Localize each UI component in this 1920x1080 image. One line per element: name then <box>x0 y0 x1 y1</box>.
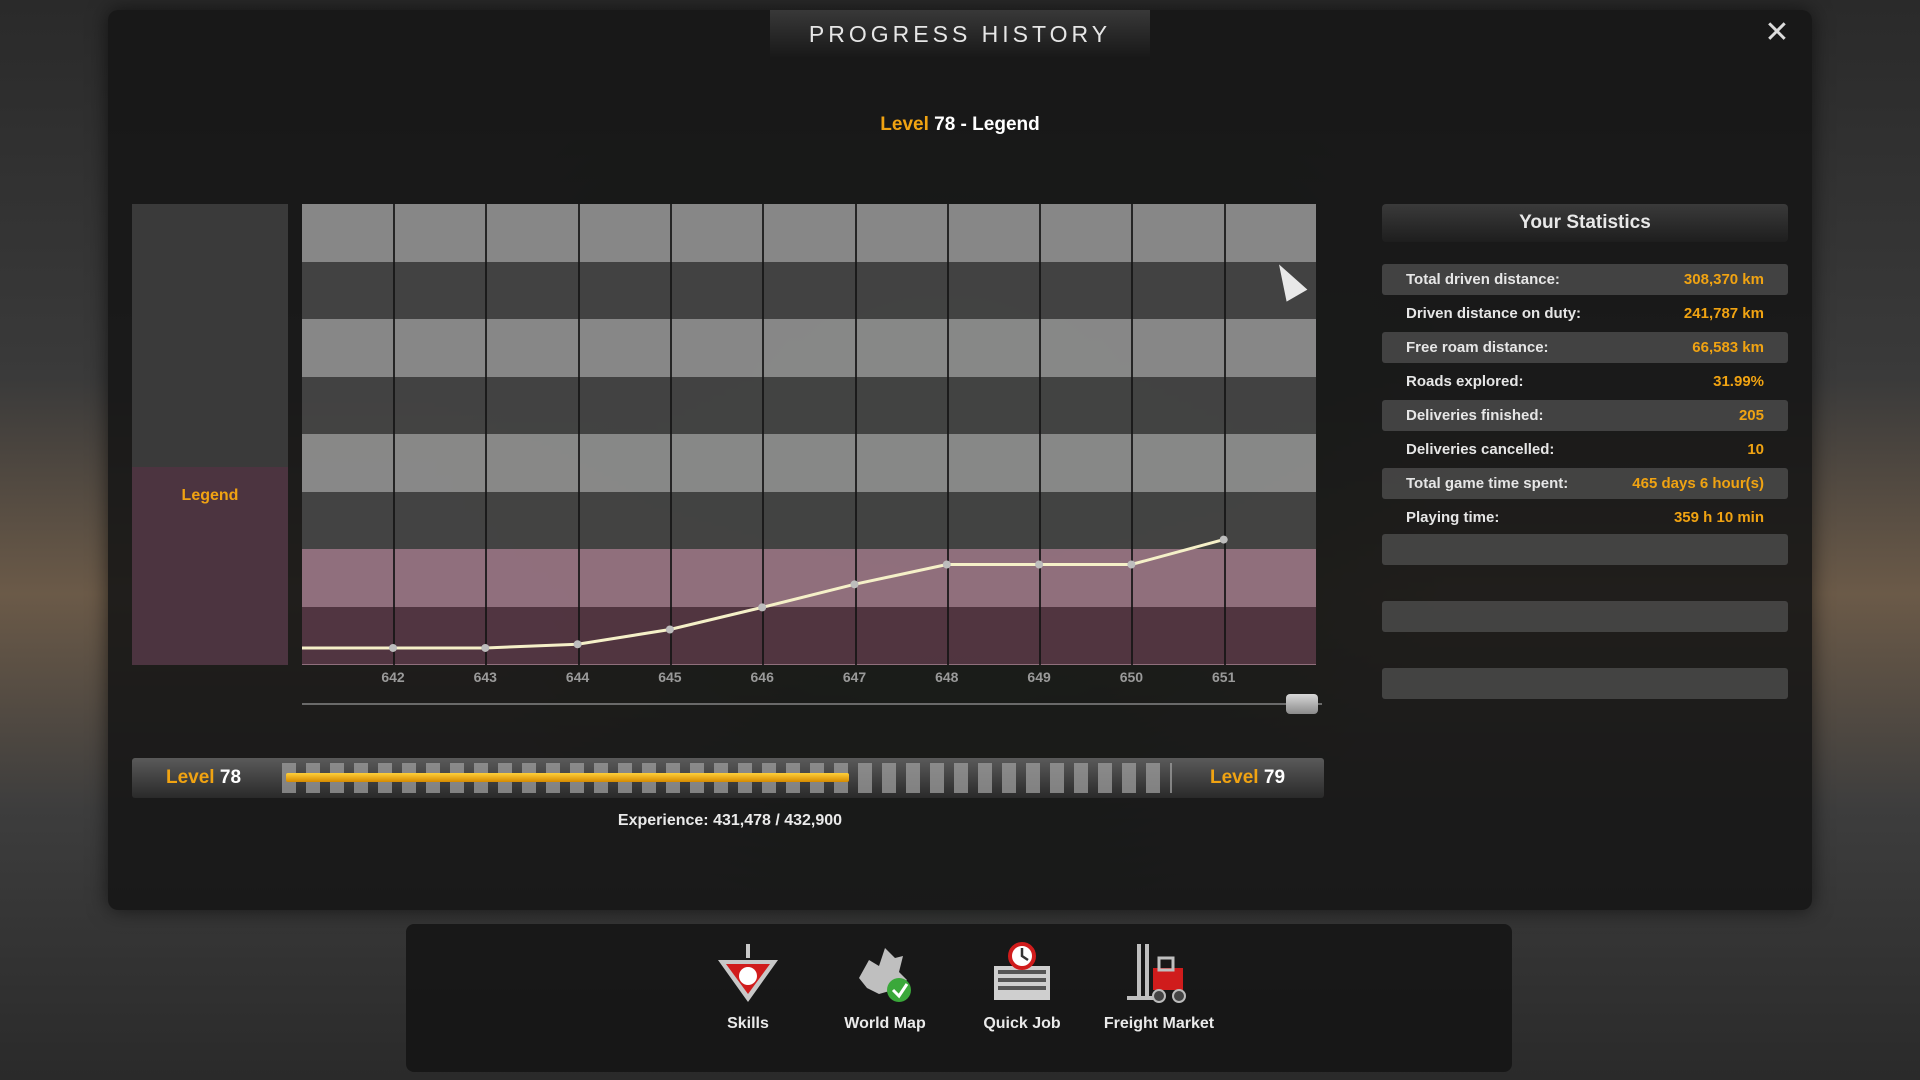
experience-line-chart <box>302 535 1228 652</box>
stat-value: 205 <box>1738 407 1764 424</box>
next-level-number: 79 <box>1263 767 1286 788</box>
stat-label: Playing time: <box>1406 509 1500 526</box>
stat-label: Deliveries finished: <box>1406 407 1544 424</box>
graph-scroll-track[interactable] <box>302 703 1322 705</box>
stat-label: Deliveries cancelled: <box>1406 441 1555 458</box>
current-level: Level 78 <box>166 758 241 798</box>
x-tick-label: 645 <box>658 669 682 685</box>
world-map-icon <box>859 948 911 1002</box>
menu-world-map-button[interactable]: World Map <box>825 938 945 1034</box>
window-title: PROGRESS HISTORY <box>770 10 1150 58</box>
data-point <box>758 603 767 612</box>
stat-value: 359 h 10 min <box>1673 509 1764 526</box>
stat-value: 308,370 km <box>1683 271 1764 288</box>
menu-skills-button[interactable]: Skills <box>688 938 808 1034</box>
bottom-menu <box>406 924 1512 1072</box>
stat-value: 66,583 km <box>1692 339 1764 356</box>
skills-icon <box>718 944 778 1002</box>
x-tick-label: 647 <box>842 669 867 685</box>
graph-scroll-thumb[interactable] <box>1286 694 1318 714</box>
stat-row: Playing time: 359 h 10 min <box>1382 502 1788 533</box>
stat-label: Free roam distance: <box>1406 339 1549 356</box>
stat-row-empty <box>1382 601 1788 632</box>
legend-label: Legend <box>181 487 239 504</box>
x-tick-label: 646 <box>750 669 774 685</box>
current-level-prefix: Level <box>166 767 215 788</box>
menu-freight-market-button[interactable]: Freight Market <box>1099 938 1219 1034</box>
next-level-prefix: Level <box>1210 767 1259 788</box>
stat-label: Roads explored: <box>1406 373 1524 390</box>
x-tick-label: 650 <box>1119 669 1144 685</box>
progress-fill <box>286 773 849 782</box>
level-progress-bar: Level 78 Level 79 <box>132 758 1324 798</box>
freight-market-icon <box>1127 944 1186 1003</box>
menu-quick-job-label: Quick Job <box>983 1015 1061 1032</box>
menu-skills-label: Skills <box>727 1015 769 1032</box>
series-line <box>302 538 1225 650</box>
stat-label: Total game time spent: <box>1406 475 1569 492</box>
stat-row: Deliveries finished: 205 <box>1382 400 1788 431</box>
quick-job-icon <box>994 942 1050 1000</box>
x-tick-label: 651 <box>1212 669 1236 685</box>
menu-freight-market-label: Freight Market <box>1103 1015 1215 1032</box>
x-tick-label: 642 <box>381 669 405 685</box>
level-heading-prefix: Level <box>880 114 929 135</box>
stat-row: Driven distance on duty: 241,787 km <box>1382 298 1788 329</box>
level-heading: Level 78 - Legend <box>760 114 1160 136</box>
stat-label: Driven distance on duty: <box>1406 305 1582 322</box>
current-level-number: 78 <box>219 767 242 788</box>
legend-column: Legend <box>132 204 288 665</box>
stat-value: 31.99% <box>1713 373 1764 390</box>
stat-value: 10 <box>1747 441 1764 458</box>
data-point <box>850 580 859 589</box>
x-tick-label: 644 <box>565 669 590 685</box>
x-tick-label: 649 <box>1027 669 1051 685</box>
stat-row: Total game time spent: 465 days 6 hour(s) <box>1382 468 1788 499</box>
data-point <box>942 560 951 569</box>
progress-graph <box>302 204 1316 665</box>
stats-title: Your Statistics <box>1382 204 1788 242</box>
stat-row: Free roam distance: 66,583 km <box>1382 332 1788 363</box>
stat-row: Roads explored: 31.99% <box>1382 366 1788 397</box>
menu-world-map-label: World Map <box>844 1015 926 1032</box>
close-icon[interactable]: ✕ <box>1760 16 1794 50</box>
next-level: Level 79 <box>1210 758 1285 798</box>
data-point <box>1127 560 1136 569</box>
data-point <box>389 643 397 652</box>
stat-value: 465 days 6 hour(s) <box>1632 475 1764 492</box>
stat-value: 241,787 km <box>1683 305 1764 322</box>
stat-row: Deliveries cancelled: 10 <box>1382 434 1788 465</box>
data-point <box>1219 535 1228 544</box>
stat-row-empty <box>1382 668 1788 699</box>
data-point <box>573 640 582 649</box>
data-point <box>481 643 490 652</box>
stat-label: Total driven distance: <box>1406 271 1560 288</box>
menu-quick-job-button[interactable]: Quick Job <box>962 938 1082 1034</box>
stat-row: Total driven distance: 308,370 km <box>1382 264 1788 295</box>
data-point <box>665 625 674 634</box>
level-heading-rest: 78 - Legend <box>934 114 1040 135</box>
x-tick-label: 643 <box>473 669 497 685</box>
stat-row-empty <box>1382 534 1788 565</box>
data-point <box>1035 560 1044 569</box>
x-tick-label: 648 <box>935 669 959 685</box>
experience-text: Experience: 431,478 / 432,900 <box>617 812 843 829</box>
